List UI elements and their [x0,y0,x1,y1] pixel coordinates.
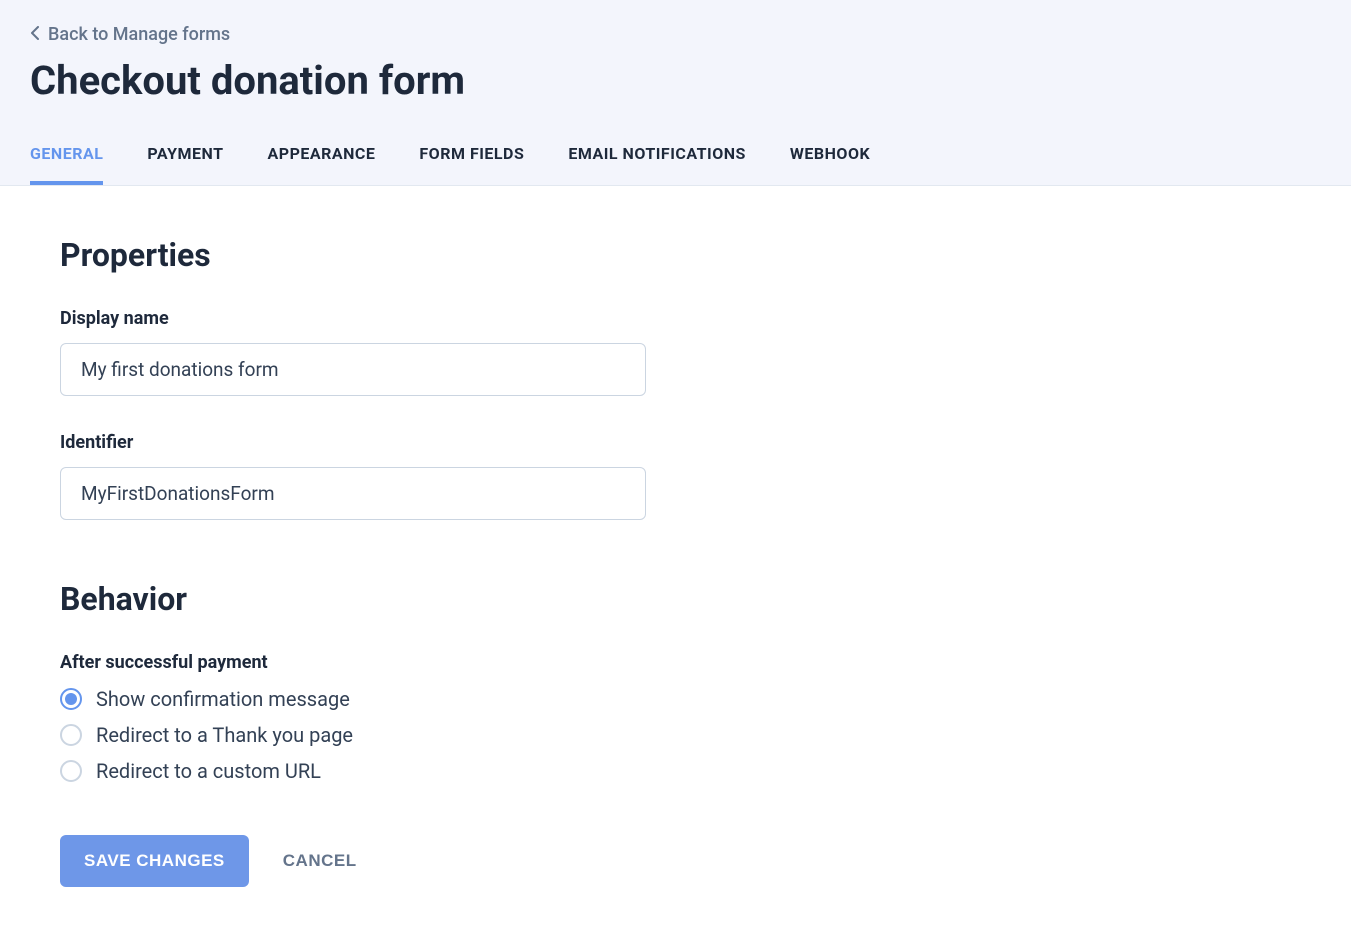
radio-option-customurl[interactable]: Redirect to a custom URL [60,759,700,783]
tab-email-notifications[interactable]: Email notifications [568,144,746,185]
radio-input-customurl[interactable] [60,760,82,782]
tab-webhook[interactable]: Webhook [790,144,870,185]
display-name-input[interactable] [60,343,646,396]
radio-label-customurl: Redirect to a custom URL [96,759,321,783]
properties-heading: Properties [60,236,700,274]
radio-label-thankyou: Redirect to a Thank you page [96,723,353,747]
back-link[interactable]: Back to Manage forms [30,24,230,45]
action-buttons: Save changes Cancel [60,835,700,887]
radio-input-confirmation[interactable] [60,688,82,710]
save-button[interactable]: Save changes [60,835,249,887]
identifier-field-group: Identifier [60,432,700,520]
display-name-field-group: Display name [60,308,700,396]
back-link-label: Back to Manage forms [48,24,230,45]
content-area: Properties Display name Identifier Behav… [0,186,760,937]
behavior-heading: Behavior [60,580,700,618]
page-title: Checkout donation form [30,57,1321,104]
tab-form-fields[interactable]: Form fields [419,144,524,185]
radio-label-confirmation: Show confirmation message [96,687,350,711]
identifier-input[interactable] [60,467,646,520]
chevron-left-icon [30,24,40,45]
radio-option-confirmation[interactable]: Show confirmation message [60,687,700,711]
after-payment-field-group: After successful payment Show confirmati… [60,652,700,783]
identifier-label: Identifier [60,432,700,453]
tab-payment[interactable]: Payment [147,144,223,185]
radio-input-thankyou[interactable] [60,724,82,746]
page-header: Back to Manage forms Checkout donation f… [0,0,1351,186]
tab-general[interactable]: General [30,144,103,185]
tabs-row: General Payment Appearance Form fields E… [30,144,1321,185]
display-name-label: Display name [60,308,700,329]
tab-appearance[interactable]: Appearance [268,144,376,185]
cancel-button[interactable]: Cancel [283,851,357,871]
after-payment-radio-group: Show confirmation message Redirect to a … [60,687,700,783]
radio-option-thankyou[interactable]: Redirect to a Thank you page [60,723,700,747]
after-payment-label: After successful payment [60,652,700,673]
